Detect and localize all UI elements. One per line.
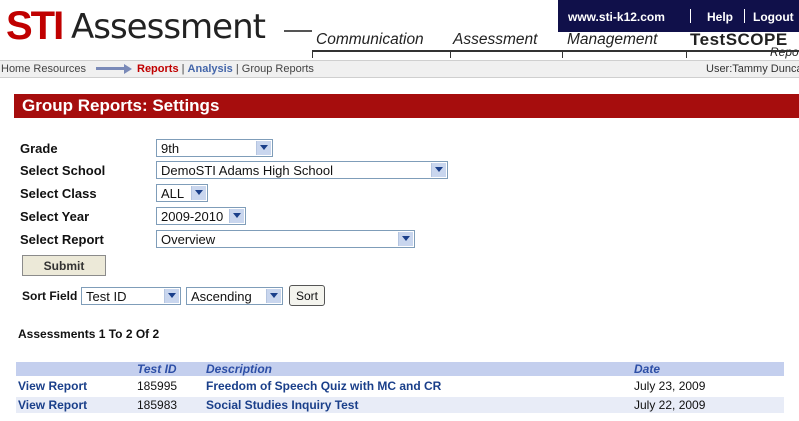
top-link-separator: [744, 9, 745, 23]
help-link[interactable]: Help: [707, 10, 733, 24]
breadcrumb-group-reports: Group Reports: [241, 63, 314, 75]
sort-order-select-value: Ascending: [191, 289, 252, 304]
school-select[interactable]: DemoSTI Adams High School: [156, 161, 448, 179]
submit-button[interactable]: Submit: [22, 255, 106, 276]
row-test-id: 185983: [137, 398, 178, 412]
breadcrumb-separator: |: [235, 63, 239, 75]
column-header-test-id[interactable]: Test ID: [137, 362, 177, 376]
row-date: July 22, 2009: [634, 398, 706, 412]
top-link-separator: [690, 9, 691, 23]
column-header-date[interactable]: Date: [634, 362, 660, 376]
current-user: User:Tammy Dunca: [706, 63, 799, 75]
year-select-value: 2009-2010: [161, 209, 224, 224]
row-description-link[interactable]: Freedom of Speech Quiz with MC and CR: [206, 378, 441, 394]
chevron-down-icon: [431, 163, 446, 177]
logo-sti: STI: [6, 4, 64, 48]
logo-assessment: Assessment: [71, 7, 266, 47]
year-select[interactable]: 2009-2010: [156, 207, 246, 225]
school-select-value: DemoSTI Adams High School: [161, 163, 333, 178]
breadcrumb-separator: |: [181, 63, 185, 75]
report-label: Select Report: [20, 232, 104, 247]
sort-field-select-value: Test ID: [86, 289, 127, 304]
page-title: Group Reports: Settings: [22, 96, 220, 115]
row-description-link[interactable]: Social Studies Inquiry Test: [206, 397, 358, 413]
chevron-down-icon: [229, 209, 244, 223]
logo-rule: [284, 30, 312, 32]
chevron-down-icon: [164, 289, 179, 303]
top-link-bar: www.sti-k12.com Help Logout: [558, 0, 799, 32]
class-select[interactable]: ALL: [156, 184, 208, 202]
nav-tick: [450, 52, 451, 58]
website-link[interactable]: www.sti-k12.com: [568, 10, 665, 24]
chevron-down-icon: [256, 141, 271, 155]
report-select[interactable]: Overview: [156, 230, 415, 248]
chevron-down-icon: [398, 232, 413, 246]
sort-order-select[interactable]: Ascending: [186, 287, 283, 305]
breadcrumb-home-resources: Home Resources: [1, 62, 86, 76]
sort-button[interactable]: Sort: [289, 285, 325, 306]
year-label: Select Year: [20, 209, 90, 224]
page-title-bar: Group Reports: Settings: [14, 94, 799, 118]
class-select-value: ALL: [161, 186, 185, 201]
nav-tick: [686, 52, 687, 58]
logout-link[interactable]: Logout: [753, 10, 794, 24]
site-header: STI Assessment www.sti-k12.com Help Logo…: [0, 0, 799, 59]
column-header-description[interactable]: Description: [206, 362, 272, 376]
view-report-link[interactable]: View Report: [18, 397, 87, 413]
grade-select[interactable]: 9th: [156, 139, 273, 157]
nav-management[interactable]: Management: [567, 31, 657, 49]
breadcrumb-arrowhead-icon: [124, 64, 132, 74]
results-count: Assessments 1 To 2 Of 2: [18, 327, 160, 341]
breadcrumb-home[interactable]: Home: [1, 63, 30, 75]
nav-communication[interactable]: Communication: [316, 31, 424, 49]
nav-tick: [312, 52, 313, 58]
chevron-down-icon: [191, 186, 206, 200]
breadcrumb: Home Resources Reports | Analysis | Grou…: [0, 60, 799, 78]
grade-select-value: 9th: [161, 141, 180, 156]
breadcrumb-analysis[interactable]: Analysis: [188, 63, 233, 75]
nav-underline: [312, 50, 799, 52]
breadcrumb-reports[interactable]: Reports: [137, 63, 179, 75]
nav-assessment[interactable]: Assessment: [453, 31, 537, 49]
testscope-subtitle: Report: [770, 45, 799, 59]
breadcrumb-resources[interactable]: Resources: [33, 63, 86, 75]
row-test-id: 185995: [137, 379, 178, 393]
school-label: Select School: [20, 163, 106, 178]
sort-field-label: Sort Field: [22, 289, 78, 303]
breadcrumb-trail: Reports | Analysis | Group Reports: [137, 62, 314, 76]
report-select-value: Overview: [161, 232, 216, 247]
class-label: Select Class: [20, 186, 97, 201]
chevron-down-icon: [266, 289, 281, 303]
breadcrumb-arrow-icon: [96, 67, 126, 70]
row-date: July 23, 2009: [634, 379, 706, 393]
view-report-link[interactable]: View Report: [18, 378, 87, 394]
table-header-row: [16, 362, 784, 376]
nav-tick: [562, 52, 563, 58]
sort-field-select[interactable]: Test ID: [81, 287, 181, 305]
grade-label: Grade: [20, 141, 58, 156]
